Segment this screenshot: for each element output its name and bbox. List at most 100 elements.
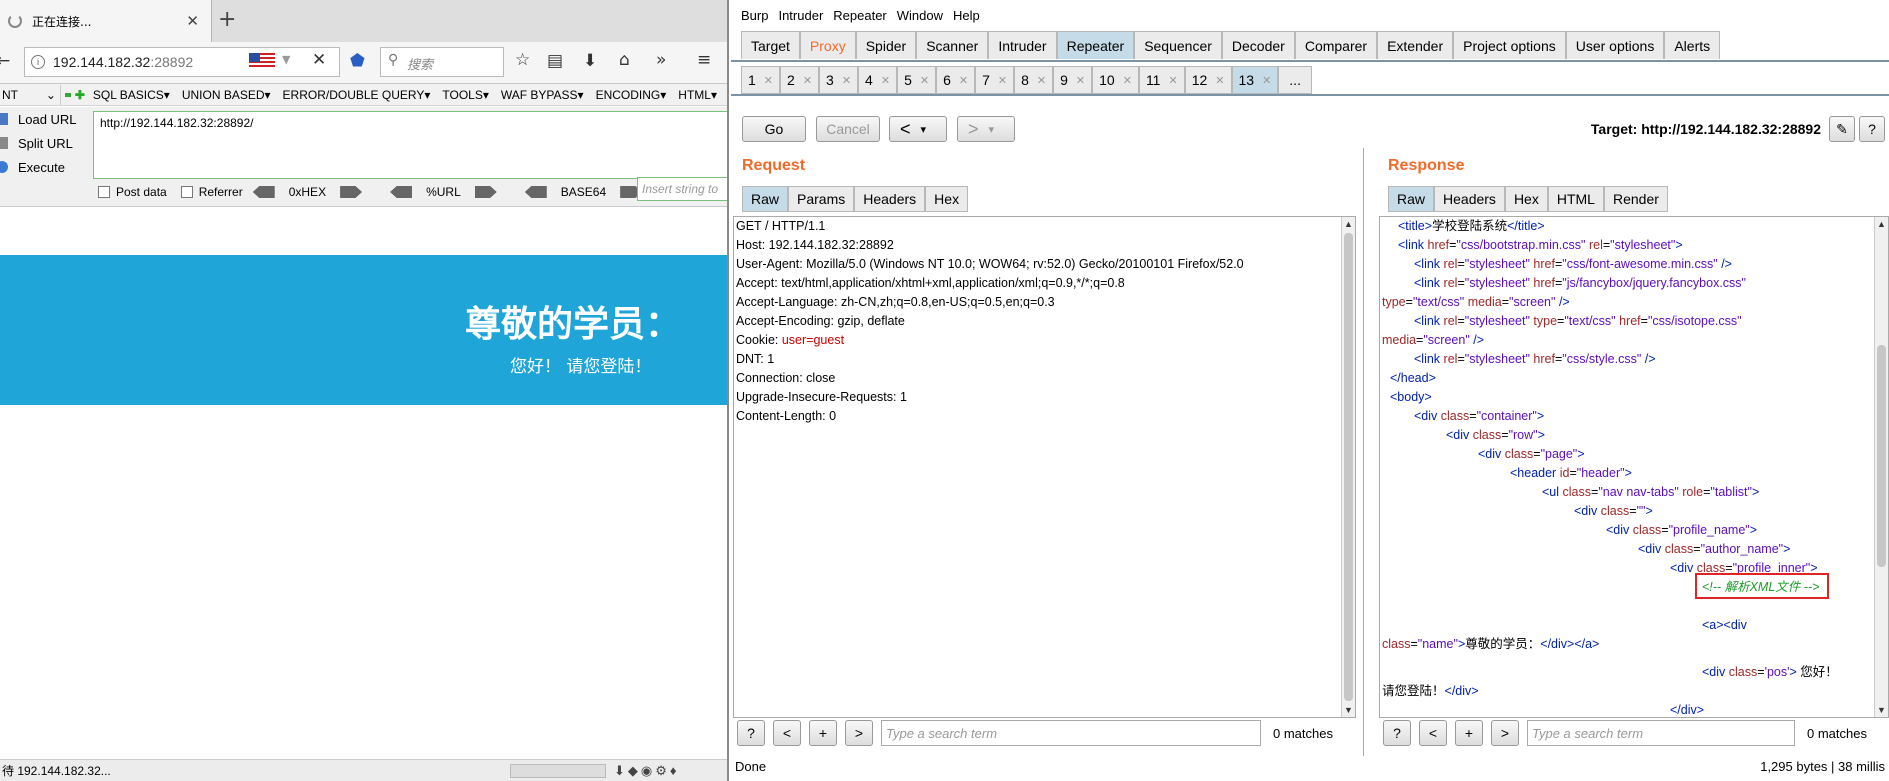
extension-icon[interactable]: ⬟ [350, 51, 365, 71]
hackbar-select[interactable]: NT ⌄ [0, 84, 61, 105]
subtab-5[interactable]: 5 ✕ [897, 66, 937, 94]
tab-proxy[interactable]: Proxy [799, 31, 856, 59]
close-icon[interactable]: ✕ [1037, 74, 1046, 87]
scroll-up-icon[interactable]: ▲ [1344, 219, 1353, 229]
request-editor[interactable]: GET / HTTP/1.1 Host: 192.144.182.32:2889… [733, 216, 1356, 718]
close-icon[interactable]: ✕ [1123, 74, 1132, 87]
help-icon[interactable]: ? [1859, 116, 1885, 142]
close-icon[interactable]: ✕ [842, 74, 851, 87]
split-divider[interactable] [1363, 148, 1364, 756]
subtab-8[interactable]: 8 ✕ [1014, 66, 1054, 94]
resp-tab-html[interactable]: HTML [1547, 186, 1604, 212]
home-icon[interactable]: ⌂ [619, 50, 630, 70]
close-icon[interactable]: ✕ [1262, 74, 1271, 87]
cancel-button[interactable]: Cancel [816, 116, 880, 142]
request-search-input[interactable]: Type a search term [881, 720, 1261, 746]
subtab-12[interactable]: 12 ✕ [1184, 66, 1232, 94]
download-icon[interactable]: ⬇ [583, 51, 597, 71]
req-tab-params[interactable]: Params [788, 186, 855, 212]
browser-tab[interactable]: 正在连接... ✕ [0, 0, 212, 42]
hex-encode-right-icon[interactable] [340, 186, 363, 198]
subtab-7[interactable]: 7 ✕ [975, 66, 1015, 94]
tab-target[interactable]: Target [741, 31, 800, 59]
close-icon[interactable]: ✕ [803, 74, 812, 87]
load-url-button[interactable]: Load URL [0, 109, 90, 129]
search-prev-button[interactable]: < [1419, 720, 1447, 746]
close-icon[interactable]: ✕ [1076, 74, 1085, 87]
hackbar-menu-tools[interactable]: TOOLS▾ [442, 88, 488, 102]
resp-tab-raw[interactable]: Raw [1388, 186, 1435, 212]
menu-help[interactable]: Help [953, 8, 980, 23]
back-dropdown-icon[interactable]: ▾ [921, 123, 927, 136]
referrer-checkbox[interactable] [180, 186, 193, 198]
search-add-button[interactable]: + [809, 720, 837, 746]
req-tab-raw[interactable]: Raw [742, 186, 789, 212]
menu-intruder[interactable]: Intruder [778, 8, 823, 23]
req-tab-hex[interactable]: Hex [925, 186, 969, 212]
new-tab-icon[interactable]: + [218, 7, 236, 32]
subtab-9[interactable]: 9 ✕ [1053, 66, 1093, 94]
search-input[interactable]: ⚲ 搜索 [380, 47, 504, 77]
close-tab-icon[interactable]: ✕ [186, 12, 199, 30]
hamburger-menu-icon[interactable]: ≡ [697, 50, 711, 70]
tab-alerts[interactable]: Alerts [1664, 31, 1721, 59]
hackbar-menu-waf-bypass[interactable]: WAF BYPASS▾ [501, 88, 584, 102]
url-encode-right-icon[interactable] [474, 186, 497, 198]
close-icon[interactable]: ✕ [1215, 74, 1224, 87]
response-search-input[interactable]: Type a search term [1527, 720, 1795, 746]
back-button[interactable]: < ▾ [889, 116, 947, 142]
subtab-more[interactable]: ... [1278, 66, 1312, 94]
tab-project-options[interactable]: Project options [1453, 31, 1566, 59]
split-url-button[interactable]: Split URL [0, 133, 90, 153]
subtab-1[interactable]: 1 ✕ [741, 66, 781, 94]
overflow-chevron-icon[interactable]: » [656, 50, 666, 70]
tab-extender[interactable]: Extender [1377, 31, 1454, 59]
base64-left-icon[interactable] [524, 186, 547, 198]
back-arrow-icon[interactable]: ← [0, 51, 10, 71]
hackbar-menu-union-based[interactable]: UNION BASED▾ [182, 88, 271, 102]
search-prev-button[interactable]: < [773, 720, 801, 746]
tab-decoder[interactable]: Decoder [1221, 31, 1295, 59]
scroll-up-icon[interactable]: ▲ [1877, 219, 1886, 229]
subtab-4[interactable]: 4 ✕ [858, 66, 898, 94]
execute-button[interactable]: Execute [0, 157, 90, 177]
post-data-checkbox[interactable] [98, 186, 110, 198]
stop-icon[interactable]: ✕ [312, 50, 326, 70]
tab-sequencer[interactable]: Sequencer [1134, 31, 1222, 59]
forward-button[interactable]: > ▾ [957, 116, 1015, 142]
close-icon[interactable]: ✕ [920, 74, 929, 87]
edit-target-icon[interactable]: ✎ [1829, 116, 1855, 142]
hackbar-menu-sql-basics[interactable]: SQL BASICS▾ [93, 88, 170, 102]
search-next-button[interactable]: > [845, 720, 873, 746]
search-add-button[interactable]: + [1455, 720, 1483, 746]
req-tab-headers[interactable]: Headers [854, 186, 926, 212]
scroll-down-icon[interactable]: ▼ [1877, 705, 1886, 715]
response-scrollbar[interactable]: ▲ ▼ [1874, 217, 1888, 717]
resp-tab-headers[interactable]: Headers [1434, 186, 1505, 212]
subtab-2[interactable]: 2 ✕ [780, 66, 820, 94]
subtab-3[interactable]: 3 ✕ [819, 66, 859, 94]
hex-encode-left-icon[interactable] [252, 186, 275, 198]
us-flag-icon[interactable] [249, 53, 275, 69]
search-next-button[interactable]: > [1491, 720, 1519, 746]
url-encode-left-icon[interactable] [390, 186, 413, 198]
reading-list-icon[interactable]: ▤ [547, 51, 563, 71]
scroll-down-icon[interactable]: ▼ [1344, 705, 1353, 715]
resp-tab-render[interactable]: Render [1603, 186, 1668, 212]
search-help-button[interactable]: ? [1383, 720, 1411, 746]
go-button[interactable]: Go [742, 116, 806, 142]
scroll-thumb[interactable] [1344, 233, 1353, 701]
subtab-10[interactable]: 10 ✕ [1092, 66, 1139, 94]
response-editor[interactable]: <title>学校登陆系统</title> <link href="css/bo… [1379, 216, 1889, 718]
plus-icon[interactable]: ✚ [75, 88, 85, 102]
minus-icon[interactable] [64, 92, 71, 97]
url-bar[interactable]: i 192.144.182.32:28892 [24, 47, 340, 77]
hackbar-menu-html[interactable]: HTML▾ [678, 88, 717, 102]
subtab-11[interactable]: 11 ✕ [1138, 66, 1185, 94]
forward-dropdown-icon[interactable]: ▾ [989, 123, 995, 136]
menu-window[interactable]: Window [897, 8, 943, 23]
scroll-thumb[interactable] [1877, 345, 1886, 567]
tab-scanner[interactable]: Scanner [916, 31, 989, 59]
close-icon[interactable]: ✕ [959, 74, 968, 87]
tab-user-options[interactable]: User options [1565, 31, 1665, 59]
